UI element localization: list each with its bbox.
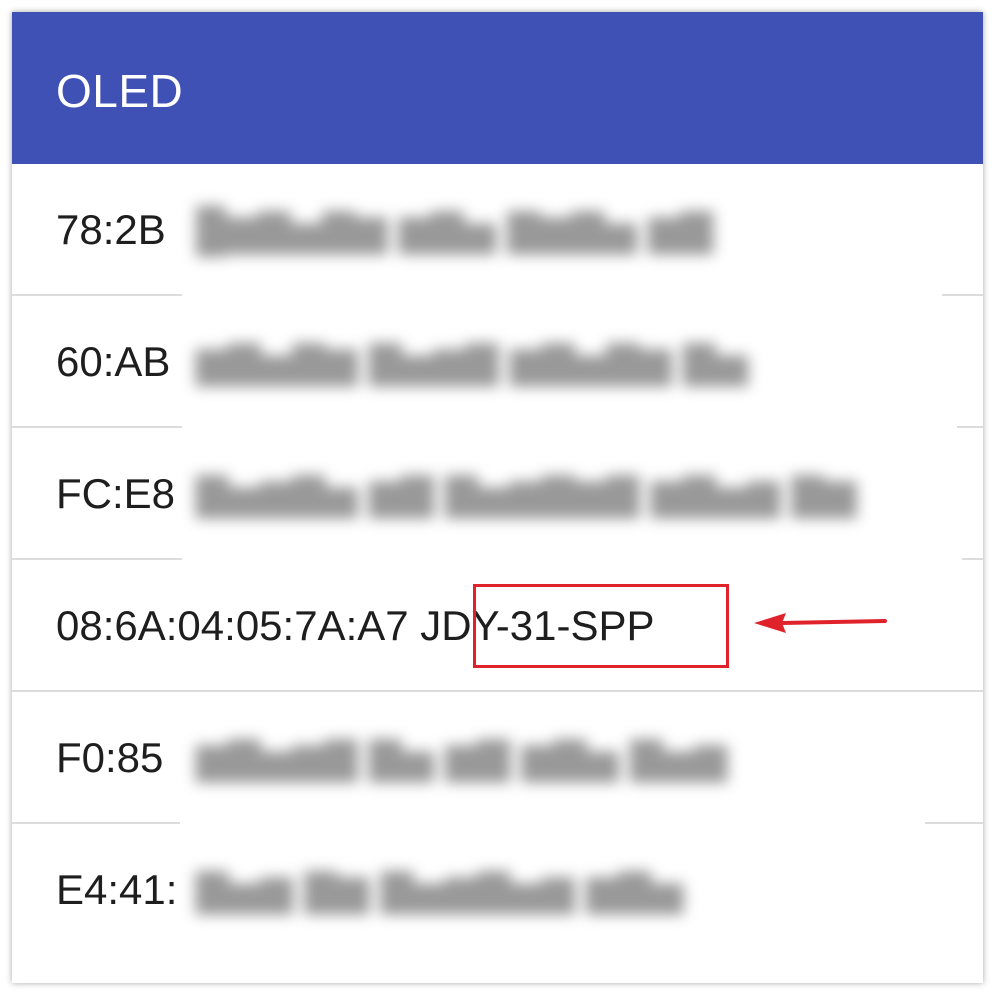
redacted-device-info: ▇▅▆ ▇▆ ▇▅▆▇▅▆ ▆▇▅ [196,866,684,913]
redacted-device-info: █▆▇▅▇▆ ▆▇▅ ▇▆▇▅ ▆▇ [196,206,713,253]
device-address: E4:41: [56,866,178,913]
device-list-item[interactable]: E4:41: ▇▅▆ ▇▆ ▇▅▆▇▅▆ ▆▇▅ [12,824,983,956]
device-list-item[interactable]: FC:E8 ▇▅▆▇▅ ▆▇ ▇▅▆▇▆▇ ▆▇▅▆ ▇▆ [12,428,983,560]
redaction-mask: ▆▇▅▆▇ ▇▅ ▆▇ ▆▇▅ ▇▅▆ [180,692,925,824]
device-address: 08:6A:04:05:7A:A7 [56,602,409,649]
highlight-box [473,584,729,668]
device-list-item[interactable]: 78:2B █▆▇▅▇▆ ▆▇▅ ▇▆▇▅ ▆▇ [12,164,983,296]
device-address: 78:2B [56,206,166,253]
app-bar: OLED [12,12,983,164]
redaction-mask: ▆▇▅▇▆ ▇▅▆▇ ▆▇▅▇▆ ▇▅ [182,296,957,428]
redaction-mask: ▇▅▆▇▅ ▆▇ ▇▅▆▇▆▇ ▆▇▅▆ ▇▆ [182,428,962,560]
redaction-mask: ▇▅▆ ▇▆ ▇▅▆▇▅▆ ▆▇▅ [180,824,820,956]
app-title: OLED [56,65,184,117]
device-list-item[interactable]: F0:85 ▆▇▅▆▇ ▇▅ ▆▇ ▆▇▅ ▇▅▆ [12,692,983,824]
red-arrow-icon [754,613,887,633]
redaction-mask: █▆▇▅▇▆ ▆▇▅ ▇▆▇▅ ▆▇ [182,164,942,296]
app-window: OLED 78:2B █▆▇▅▇▆ ▆▇▅ ▇▆▇▅ ▆▇ 60:AB ▆▇▅▇… [12,12,983,983]
device-list-item[interactable]: 60:AB ▆▇▅▇▆ ▇▅▆▇ ▆▇▅▇▆ ▇▅ [12,296,983,428]
redacted-device-info: ▇▅▆▇▅ ▆▇ ▇▅▆▇▆▇ ▆▇▅▆ ▇▆ [196,470,857,517]
redacted-device-info: ▆▇▅▆▇ ▇▅ ▆▇ ▆▇▅ ▇▅▆ [196,734,728,781]
device-address: FC:E8 [56,470,176,517]
device-address: F0:85 [56,734,164,781]
device-list: 78:2B █▆▇▅▇▆ ▆▇▅ ▇▆▇▅ ▆▇ 60:AB ▆▇▅▇▆ ▇▅▆… [12,164,983,956]
redacted-device-info: ▆▇▅▇▆ ▇▅▆▇ ▆▇▅▇▆ ▇▅ [196,338,748,385]
device-address: 60:AB [56,338,171,385]
